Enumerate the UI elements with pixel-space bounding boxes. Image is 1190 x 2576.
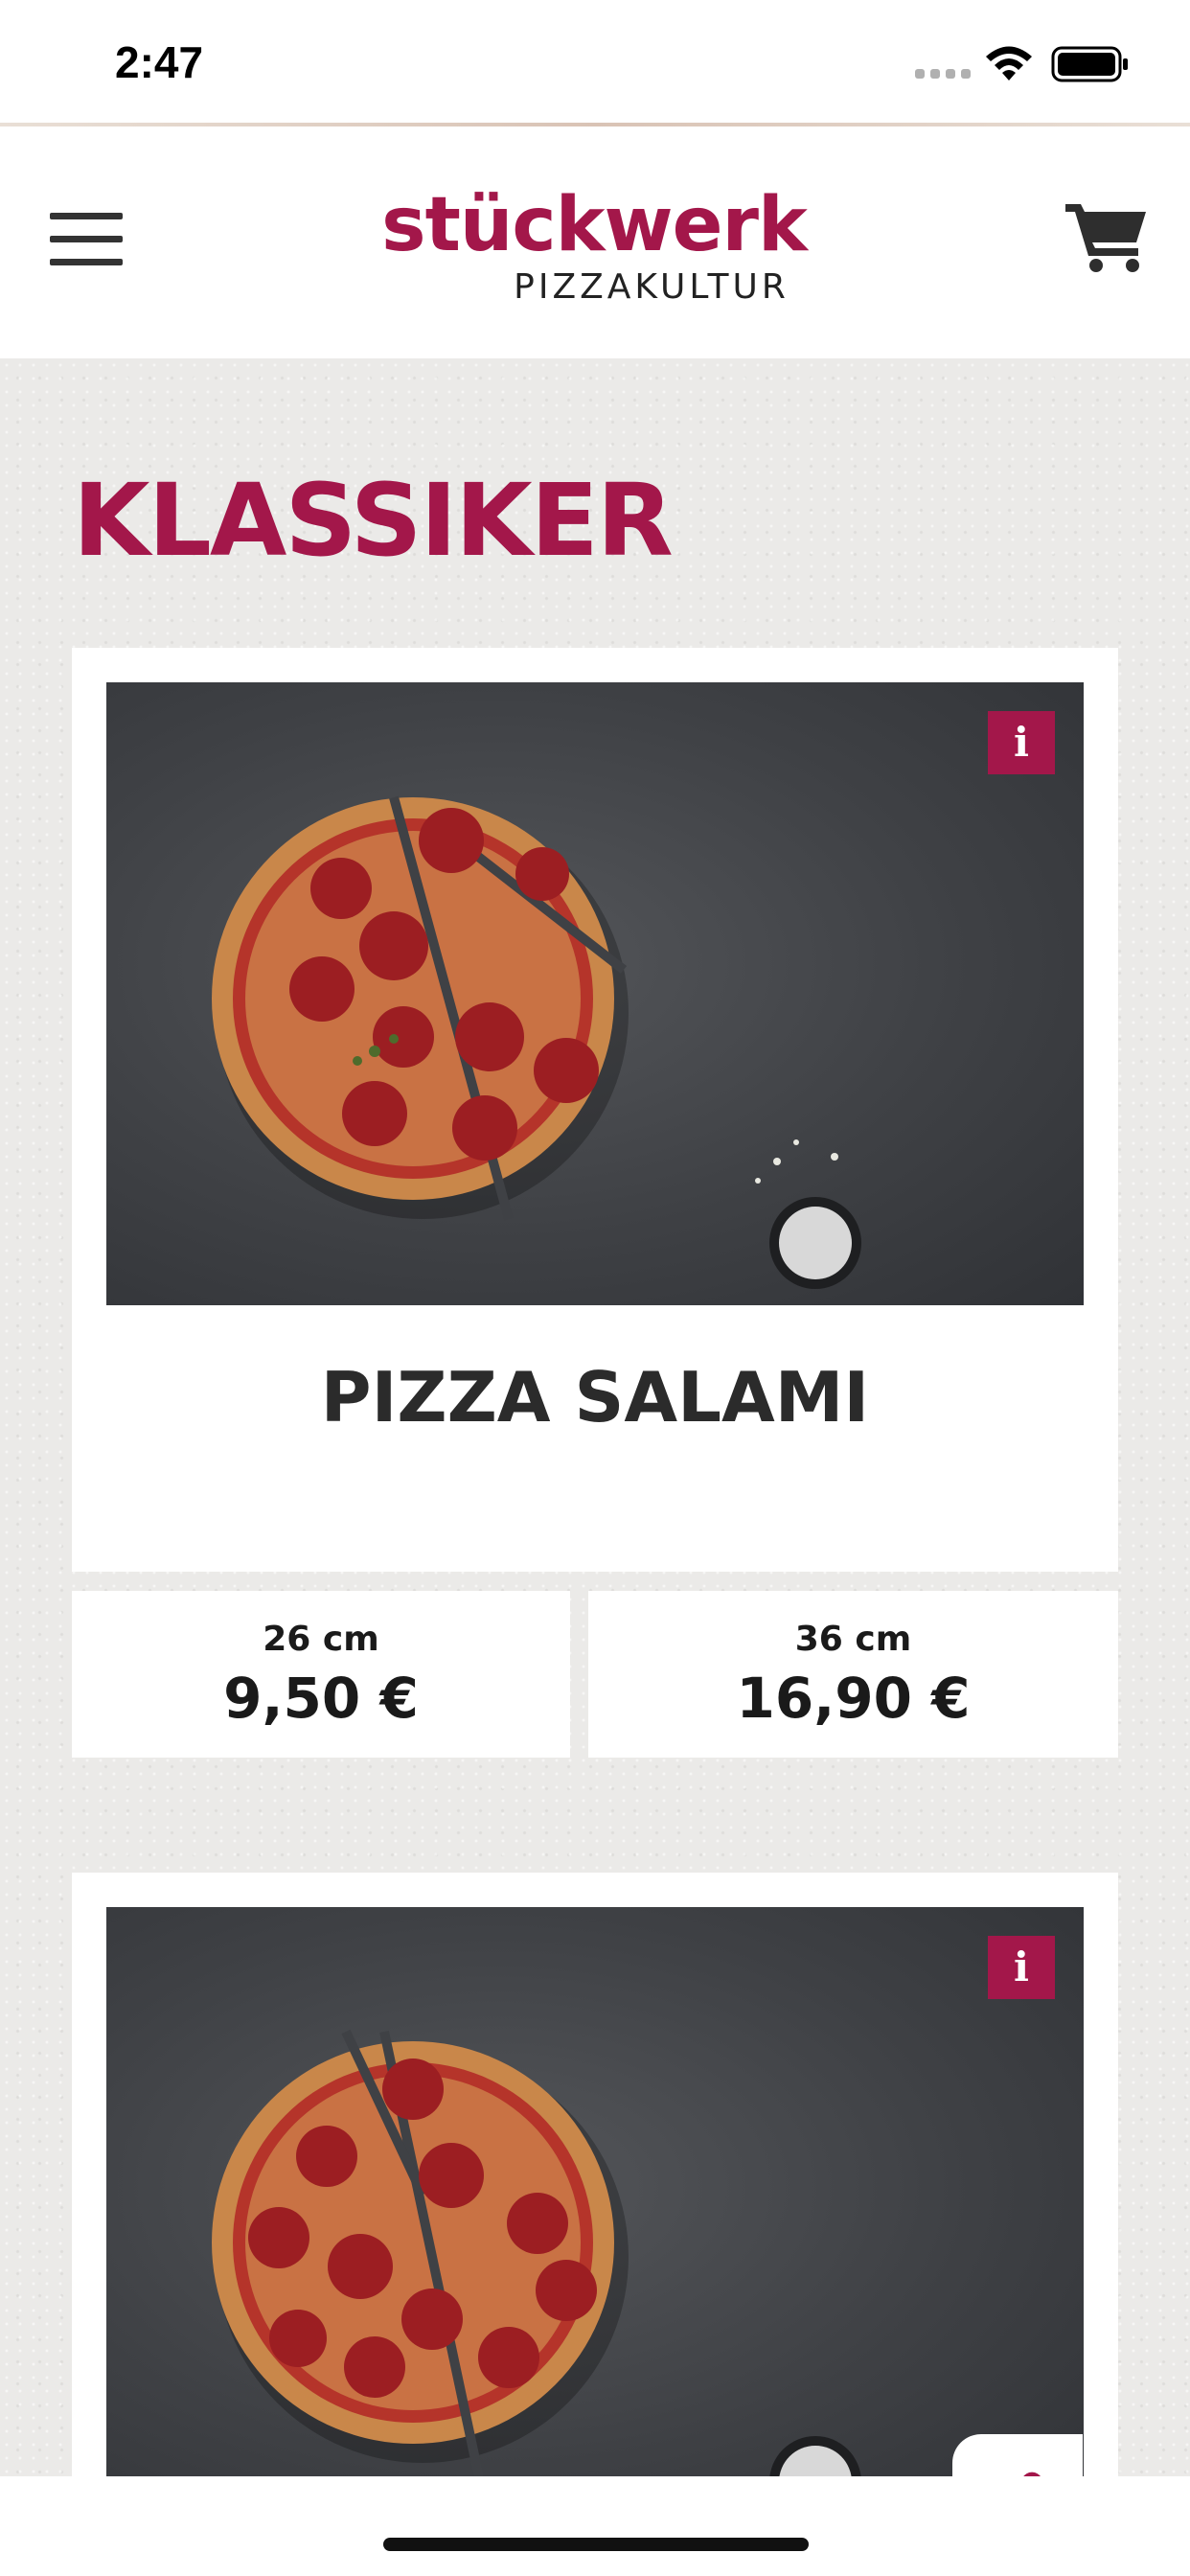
price-value: 16,90 € — [736, 1666, 971, 1731]
product-image[interactable]: i — [106, 682, 1084, 1305]
menu-icon[interactable] — [50, 213, 123, 266]
pizza-illustration — [212, 795, 861, 1289]
battery-icon — [1051, 46, 1128, 82]
menu-content[interactable]: KLASSIKER i PIZZA SALAMI 26 cm 9,50 € 36… — [0, 358, 1190, 2476]
product-name: PIZZA SALAMI — [320, 1357, 870, 1438]
home-indicator[interactable] — [383, 2538, 809, 2551]
status-bar: 2:47 — [0, 0, 1190, 125]
home-indicator-area — [0, 2476, 1190, 2576]
price-size: 26 cm — [263, 1620, 379, 1659]
info-icon[interactable]: i — [988, 1936, 1055, 1999]
info-icon[interactable]: i — [988, 711, 1055, 774]
section-title: KLASSIKER — [73, 462, 674, 579]
price-size: 36 cm — [794, 1620, 912, 1659]
signal-icon — [915, 69, 971, 79]
product-card[interactable]: i — [72, 1873, 1118, 2476]
product-card[interactable]: i PIZZA SALAMI — [72, 648, 1118, 1572]
price-value: 9,50 € — [223, 1666, 419, 1731]
brand-logo[interactable]: stückwerk PIZZAKULTUR — [345, 182, 843, 316]
product-image[interactable]: i — [106, 1907, 1084, 2476]
app-header: stückwerk PIZZAKULTUR — [0, 126, 1190, 358]
status-time: 2:47 — [115, 37, 204, 87]
cart-icon[interactable] — [1065, 198, 1148, 273]
price-option-large[interactable]: 36 cm 16,90 € — [588, 1591, 1118, 1758]
wifi-icon — [986, 46, 1032, 80]
pizza-illustration — [212, 2029, 861, 2476]
logo-main-text: stückwerk — [381, 182, 808, 268]
price-option-small[interactable]: 26 cm 9,50 € — [72, 1591, 570, 1758]
logo-sub-text: PIZZAKULTUR — [514, 267, 790, 307]
